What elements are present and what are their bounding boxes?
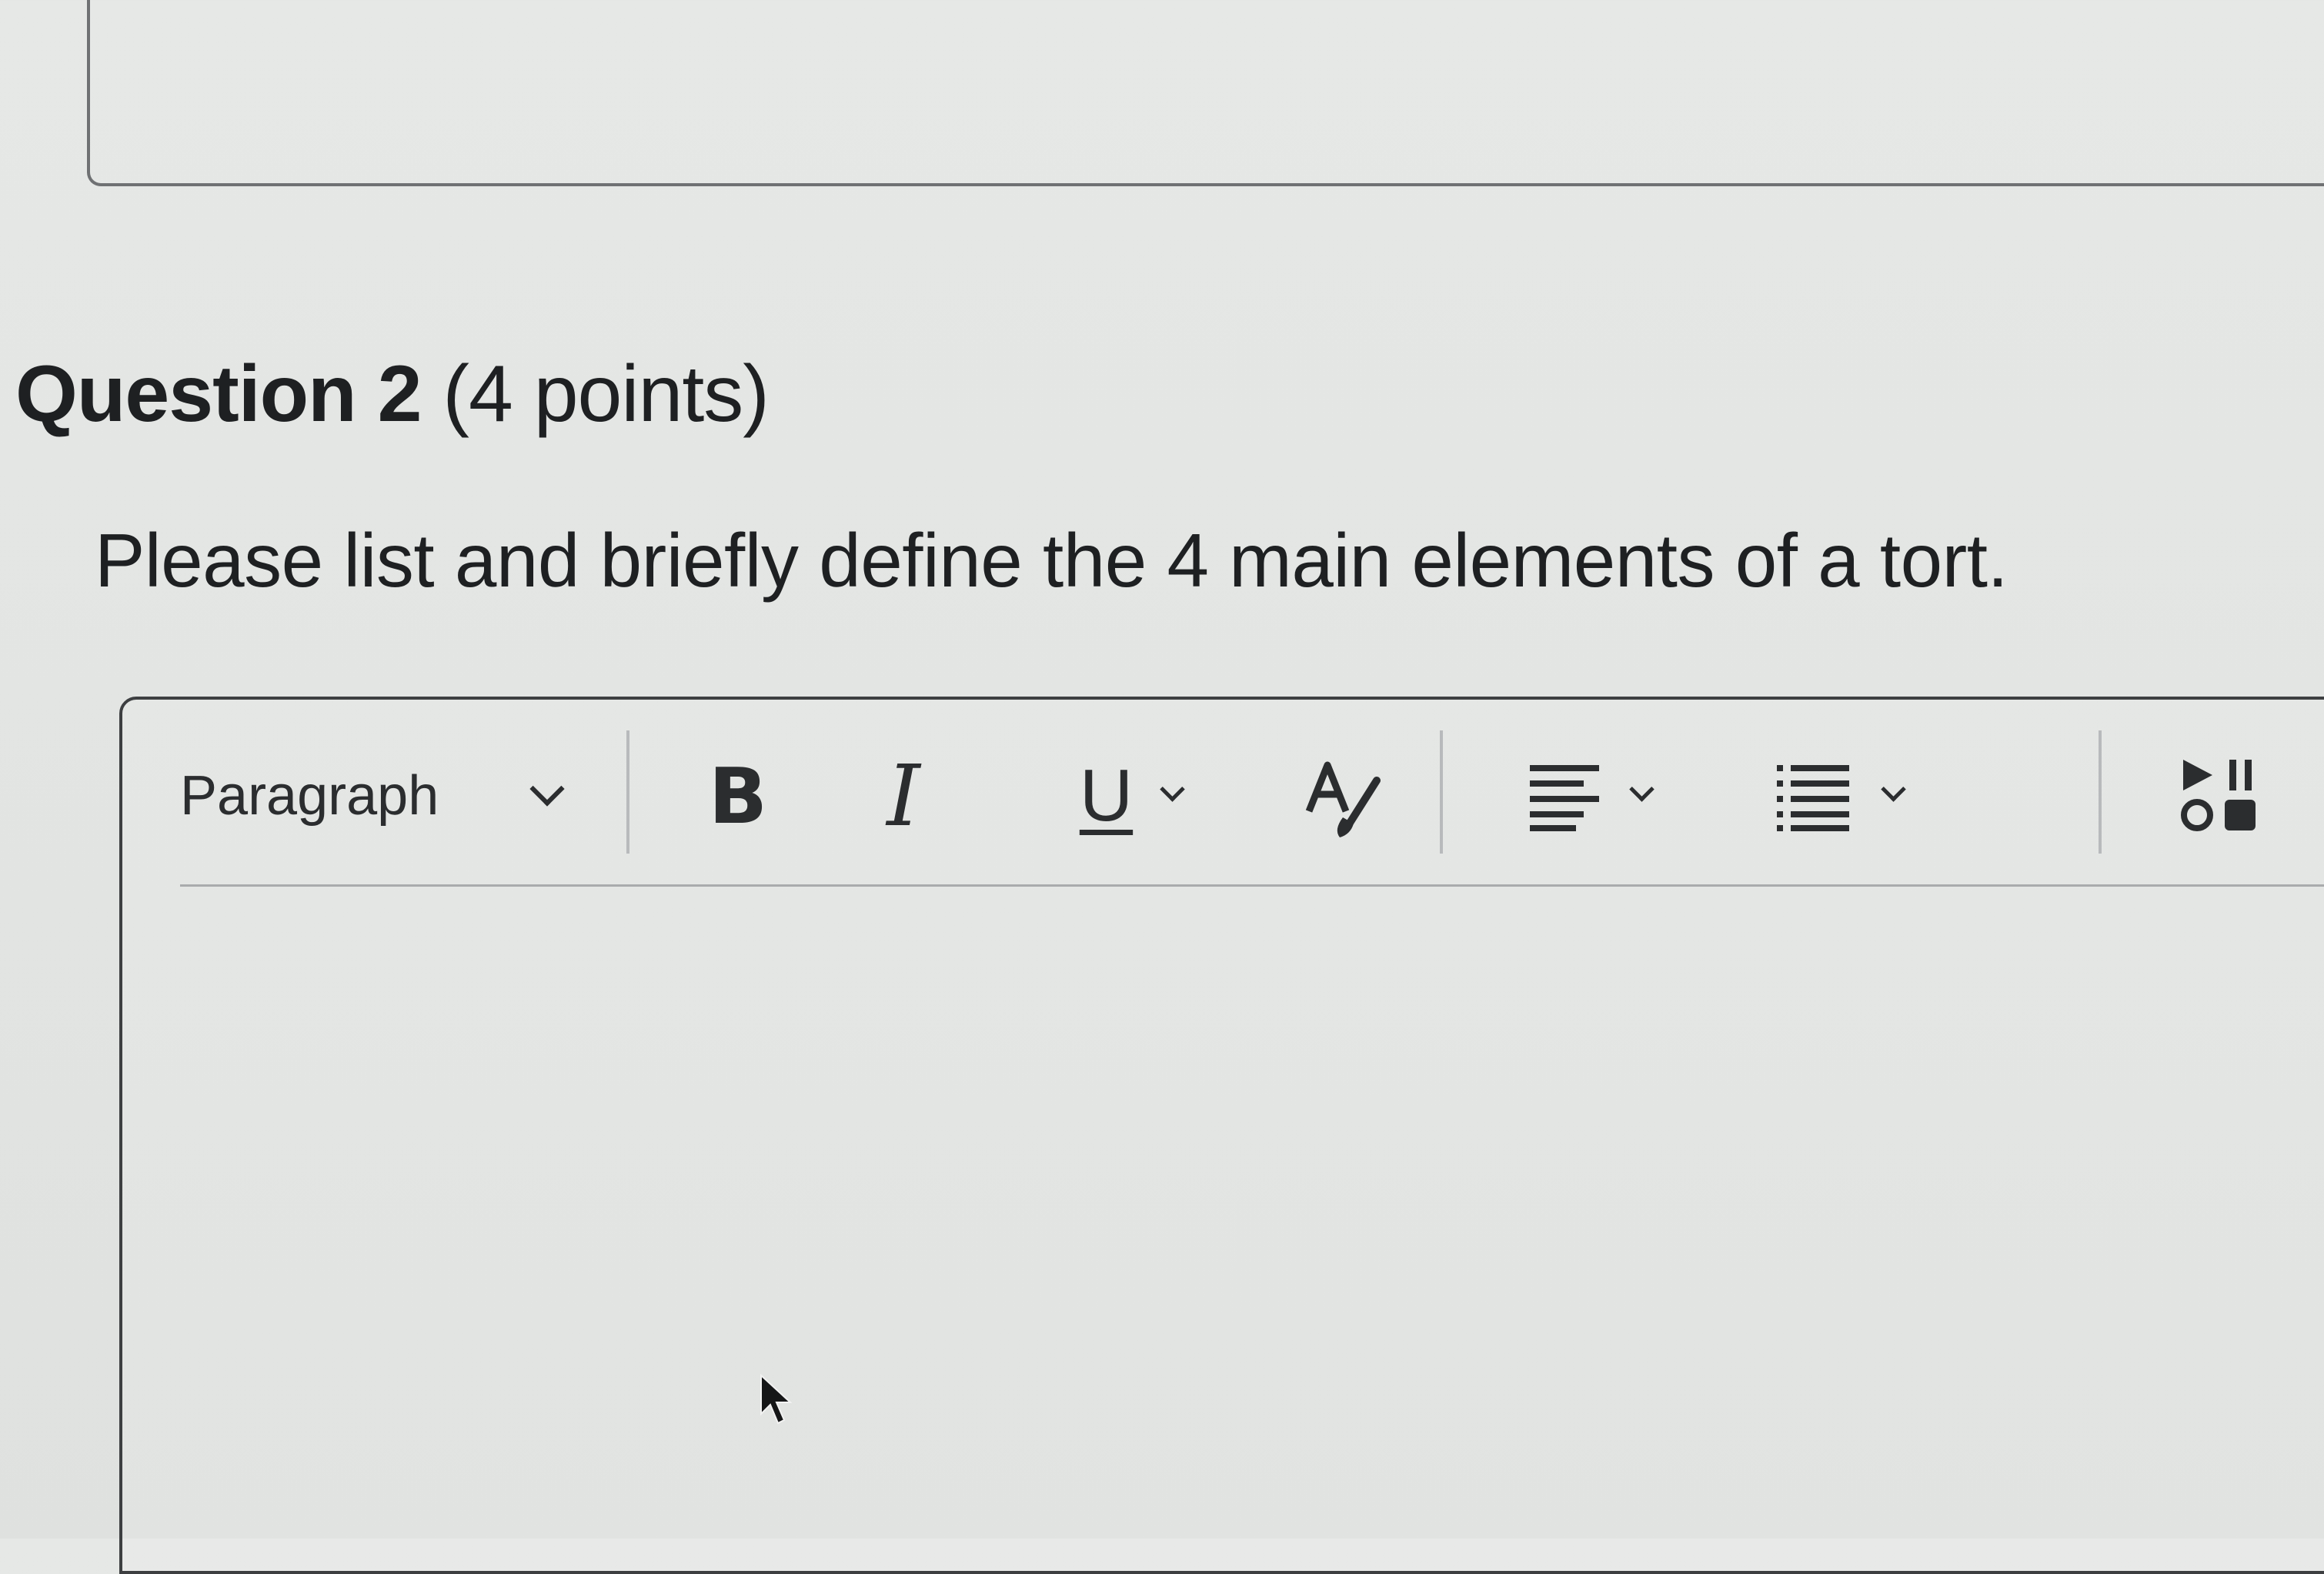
previous-answer-box[interactable]	[87, 0, 2324, 186]
italic-icon: I	[887, 747, 920, 845]
underline-icon: U	[1079, 754, 1134, 837]
chevron-down-icon	[1880, 776, 1906, 802]
question-label: Question 2	[15, 349, 422, 439]
list-dropdown[interactable]	[1754, 738, 1923, 854]
list-icon	[1776, 765, 1849, 831]
text-color-button[interactable]	[1288, 738, 1396, 854]
question-points: (4 points)	[442, 349, 770, 439]
chevron-down-icon	[1160, 776, 1185, 802]
chevron-down-icon	[529, 771, 565, 807]
bold-icon: B	[708, 750, 768, 841]
chevron-down-icon	[1628, 776, 1655, 802]
editor-toolbar: Paragraph B I U	[180, 700, 2324, 887]
insert-media-button[interactable]	[2165, 738, 2273, 854]
mouse-pointer-icon	[760, 1374, 793, 1425]
format-dropdown[interactable]: Paragraph	[180, 738, 611, 854]
underline-button[interactable]: U	[1034, 738, 1227, 854]
format-dropdown-label: Paragraph	[180, 765, 439, 827]
question-prompt: Please list and briefly define the 4 mai…	[95, 518, 2008, 603]
align-left-icon	[1529, 765, 1599, 831]
italic-button[interactable]: I	[857, 738, 950, 854]
rich-text-editor: Paragraph B I U	[119, 697, 2324, 1574]
media-icon	[2181, 760, 2256, 831]
alignment-dropdown[interactable]	[1508, 738, 1669, 854]
toolbar-divider	[626, 730, 629, 854]
question-heading: Question 2 (4 points)	[15, 349, 770, 439]
toolbar-divider	[1440, 730, 1443, 854]
bold-button[interactable]: B	[692, 738, 784, 854]
toolbar-divider	[2099, 730, 2102, 854]
editor-content-area[interactable]	[122, 887, 2324, 1571]
text-color-icon	[1305, 761, 1381, 837]
